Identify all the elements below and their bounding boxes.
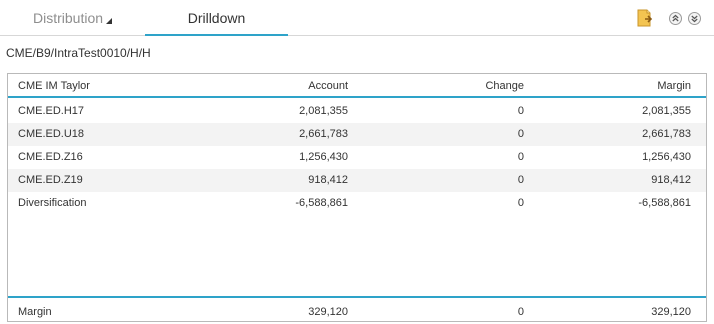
expand-all-icon[interactable] bbox=[669, 11, 682, 25]
table-row[interactable]: CME.ED.U18 2,661,783 0 2,661,783 bbox=[8, 123, 706, 146]
table-row[interactable]: CME.ED.Z16 1,256,430 0 1,256,430 bbox=[8, 146, 706, 169]
breadcrumb: CME/B9/IntraTest0010/H/H bbox=[6, 46, 151, 60]
column-header-margin[interactable]: Margin bbox=[657, 74, 691, 98]
dropdown-caret-icon[interactable] bbox=[106, 18, 113, 24]
cell-change: 0 bbox=[517, 174, 524, 186]
cell-account: 2,661,783 bbox=[299, 128, 348, 140]
toolbar-icons bbox=[636, 9, 701, 27]
table-row[interactable]: CME.ED.Z19 918,412 0 918,412 bbox=[8, 169, 706, 192]
tab-drilldown[interactable]: Drilldown bbox=[145, 0, 288, 36]
cell-account: -6,588,861 bbox=[295, 197, 348, 209]
cell-margin: 2,661,783 bbox=[642, 128, 691, 140]
cell-margin: 2,081,355 bbox=[642, 105, 691, 117]
cell-name: CME.ED.H17 bbox=[18, 105, 85, 117]
footer-margin: 329,120 bbox=[651, 306, 691, 318]
cell-margin: -6,588,861 bbox=[638, 197, 691, 209]
cell-change: 0 bbox=[517, 128, 524, 140]
tab-drilldown-label: Drilldown bbox=[187, 10, 246, 26]
table-row[interactable]: CME.ED.H17 2,081,355 0 2,081,355 bbox=[8, 100, 706, 123]
cell-name: Diversification bbox=[18, 197, 87, 209]
footer-name: Margin bbox=[18, 306, 52, 318]
footer-account: 329,120 bbox=[308, 306, 348, 318]
tab-distribution-label: Distribution bbox=[32, 10, 104, 26]
cell-account: 2,081,355 bbox=[299, 105, 348, 117]
cell-account: 918,412 bbox=[308, 174, 348, 186]
table-footer-row: Margin 329,120 0 329,120 bbox=[8, 296, 706, 322]
cell-margin: 918,412 bbox=[651, 174, 691, 186]
column-header-name[interactable]: CME IM Taylor bbox=[18, 74, 90, 98]
column-header-change[interactable]: Change bbox=[485, 74, 524, 98]
footer-change: 0 bbox=[517, 306, 524, 318]
tab-distribution[interactable]: Distribution bbox=[0, 0, 145, 35]
cell-name: CME.ED.Z19 bbox=[18, 174, 83, 186]
cell-margin: 1,256,430 bbox=[642, 151, 691, 163]
cell-change: 0 bbox=[517, 197, 524, 209]
cell-change: 0 bbox=[517, 105, 524, 117]
cell-name: CME.ED.Z16 bbox=[18, 151, 83, 163]
table-header-row: CME IM Taylor Account Change Margin bbox=[8, 74, 706, 98]
table-row[interactable]: Diversification -6,588,861 0 -6,588,861 bbox=[8, 192, 706, 215]
cell-change: 0 bbox=[517, 151, 524, 163]
column-header-account[interactable]: Account bbox=[308, 74, 348, 98]
tab-bar: Distribution Drilldown bbox=[0, 0, 714, 36]
collapse-all-icon[interactable] bbox=[688, 11, 701, 25]
cell-account: 1,256,430 bbox=[299, 151, 348, 163]
drilldown-table: CME IM Taylor Account Change Margin CME.… bbox=[7, 73, 707, 322]
export-icon[interactable] bbox=[636, 9, 655, 27]
cell-name: CME.ED.U18 bbox=[18, 128, 85, 140]
